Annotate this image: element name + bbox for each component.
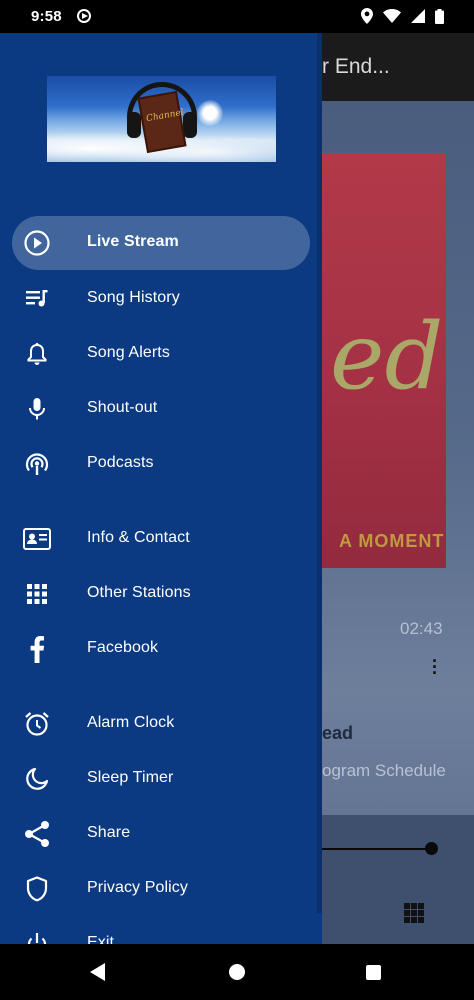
power-icon bbox=[23, 930, 51, 944]
shield-icon bbox=[23, 875, 51, 903]
moon-icon bbox=[23, 765, 51, 793]
alarm-clock-icon bbox=[23, 710, 51, 738]
menu-item-song-alerts[interactable]: Song Alerts bbox=[12, 327, 310, 381]
menu-item-podcasts[interactable]: Podcasts bbox=[12, 437, 310, 491]
navigation-drawer: Channel Live Stream Song History Song Al… bbox=[0, 33, 322, 944]
more-options-icon[interactable]: · · · bbox=[432, 652, 438, 682]
artwork-subtext: A MOMENT bbox=[339, 531, 445, 551]
share-icon bbox=[23, 820, 51, 848]
menu-label: Share bbox=[87, 824, 131, 841]
wifi-icon bbox=[383, 9, 401, 23]
menu-label: Sleep Timer bbox=[87, 769, 174, 786]
menu-item-other-stations[interactable]: Other Stations bbox=[12, 567, 310, 621]
menu-label: Privacy Policy bbox=[87, 879, 188, 896]
menu-label: Facebook bbox=[87, 639, 159, 656]
grid-icon bbox=[23, 580, 51, 608]
recent-apps-icon[interactable] bbox=[366, 965, 381, 980]
menu-item-info-contact[interactable]: Info & Contact bbox=[12, 512, 310, 566]
contact-card-icon bbox=[23, 525, 51, 553]
menu-item-song-history[interactable]: Song History bbox=[12, 272, 310, 326]
battery-icon bbox=[435, 8, 444, 24]
queue-music-icon bbox=[23, 285, 51, 313]
cell-signal-icon bbox=[411, 9, 425, 23]
microphone-icon bbox=[23, 395, 51, 423]
status-time: 9:58 bbox=[31, 8, 62, 25]
grid-icon[interactable] bbox=[404, 903, 424, 923]
menu-item-facebook[interactable]: Facebook bbox=[12, 622, 310, 676]
media-playing-icon bbox=[77, 9, 91, 23]
bell-icon bbox=[23, 340, 51, 368]
artist-name: ead bbox=[322, 723, 354, 743]
volume-slider[interactable] bbox=[322, 848, 432, 850]
menu-label: Live Stream bbox=[87, 233, 179, 250]
back-icon[interactable] bbox=[90, 963, 105, 981]
location-icon bbox=[361, 8, 373, 24]
menu-item-sleep-timer[interactable]: Sleep Timer bbox=[12, 752, 310, 806]
facebook-icon bbox=[23, 635, 51, 663]
station-logo: Channel bbox=[47, 76, 276, 162]
menu-label: Song History bbox=[87, 289, 180, 306]
menu-item-shout-out[interactable]: Shout-out bbox=[12, 382, 310, 436]
menu-label: Info & Contact bbox=[87, 529, 190, 546]
podcast-icon bbox=[23, 450, 51, 478]
menu-item-exit[interactable]: Exit bbox=[12, 917, 310, 944]
menu-item-share[interactable]: Share bbox=[12, 807, 310, 861]
menu-label: Podcasts bbox=[87, 454, 154, 471]
system-navigation-bar bbox=[0, 944, 474, 1000]
menu-label: Other Stations bbox=[87, 584, 191, 601]
play-circle-icon bbox=[23, 229, 51, 257]
menu-label: Exit bbox=[87, 934, 115, 944]
menu-item-alarm-clock[interactable]: Alarm Clock bbox=[12, 697, 310, 751]
menu-item-live-stream[interactable]: Live Stream bbox=[12, 216, 310, 270]
menu-item-privacy-policy[interactable]: Privacy Policy bbox=[12, 862, 310, 916]
artwork-text: ed bbox=[330, 303, 444, 410]
home-icon[interactable] bbox=[229, 964, 245, 980]
menu-label: Shout-out bbox=[87, 399, 158, 416]
drawer-scrollbar[interactable] bbox=[317, 33, 322, 913]
status-bar: 9:58 bbox=[0, 0, 474, 33]
menu-label: Alarm Clock bbox=[87, 714, 175, 731]
elapsed-time: 02:43 bbox=[400, 619, 443, 638]
volume-slider-knob[interactable] bbox=[425, 842, 438, 855]
menu-label: Song Alerts bbox=[87, 344, 170, 361]
program-schedule-link[interactable]: ogram Schedule bbox=[322, 761, 446, 781]
player-title: r End... bbox=[322, 55, 390, 78]
